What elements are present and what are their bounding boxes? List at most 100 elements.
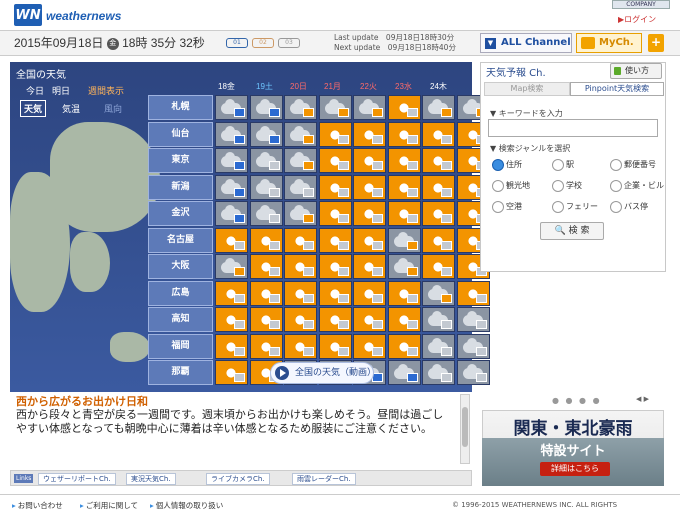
carousel-dots[interactable]: ● ● ● ● <box>552 396 602 405</box>
city-button[interactable]: 新潟 <box>148 174 213 200</box>
cloudy-cell[interactable] <box>284 95 317 120</box>
tab-map-search[interactable]: Map検索 <box>484 82 570 96</box>
sunny-cell[interactable] <box>353 227 386 253</box>
cloudy-cell[interactable] <box>249 201 283 226</box>
footer-terms-link[interactable]: ご利用に関して <box>80 500 138 511</box>
cloudy-cell[interactable] <box>215 174 248 200</box>
sunny-cell[interactable] <box>422 227 455 253</box>
sunny-cell[interactable] <box>318 333 352 359</box>
sunny-cell[interactable] <box>215 333 248 359</box>
cloudy-cell[interactable] <box>456 333 490 359</box>
cloudy-cell[interactable] <box>422 280 455 306</box>
sunny-cell[interactable] <box>353 174 386 200</box>
link-live-weather[interactable]: 実況天気Ch. <box>126 473 176 485</box>
sunny-cell[interactable] <box>387 307 421 332</box>
sunny-cell[interactable] <box>318 201 352 226</box>
sunny-cell[interactable] <box>353 121 386 147</box>
subtab-wind[interactable]: 風向 <box>104 102 122 115</box>
sunny-cell[interactable] <box>318 227 352 253</box>
city-button[interactable]: 福岡 <box>148 333 213 359</box>
cloudy-cell[interactable] <box>215 121 248 147</box>
sunny-cell[interactable] <box>387 121 421 147</box>
company-link[interactable]: COMPANY <box>612 0 670 9</box>
sunny-cell[interactable] <box>249 254 283 279</box>
subtab-weather[interactable]: 天気 <box>20 100 47 117</box>
sunny-cell[interactable] <box>249 280 283 306</box>
subtab-temperature[interactable]: 気温 <box>62 102 80 115</box>
cloudy-cell[interactable] <box>215 95 248 120</box>
cloudy-cell[interactable] <box>456 307 490 332</box>
cloudy-cell[interactable] <box>215 148 248 173</box>
sunny-cell[interactable] <box>387 148 421 173</box>
cloudy-cell[interactable] <box>284 201 317 226</box>
tab-today[interactable]: 今日 <box>26 84 44 97</box>
sunny-cell[interactable] <box>318 148 352 173</box>
option-company[interactable]: 企業・ビル <box>608 179 666 193</box>
cloudy-cell[interactable] <box>387 360 421 385</box>
cloudy-cell[interactable] <box>422 307 455 332</box>
sunny-cell[interactable] <box>387 201 421 226</box>
option-bus-stop[interactable]: バス停 <box>608 200 666 214</box>
city-button[interactable]: 高知 <box>148 307 213 332</box>
link-weather-report[interactable]: ウェザーリポートCh. <box>38 473 116 485</box>
cloudy-cell[interactable] <box>284 148 317 173</box>
video-button[interactable]: 全国の天気（動画） <box>270 362 376 384</box>
sunny-cell[interactable] <box>422 148 455 173</box>
sunny-cell[interactable] <box>318 280 352 306</box>
city-button[interactable]: 仙台 <box>148 121 213 147</box>
zone-button-1[interactable]: 01 <box>226 38 248 48</box>
city-button[interactable]: 金沢 <box>148 201 213 226</box>
cloudy-cell[interactable] <box>353 95 386 120</box>
option-station[interactable]: 駅 <box>550 158 608 172</box>
cloudy-cell[interactable] <box>249 121 283 147</box>
cloudy-cell[interactable] <box>284 174 317 200</box>
sunny-cell[interactable] <box>387 280 421 306</box>
sunny-cell[interactable] <box>284 307 317 332</box>
city-button[interactable]: 広島 <box>148 280 213 306</box>
option-airport[interactable]: 空港 <box>490 200 548 214</box>
city-button[interactable]: 東京 <box>148 148 213 173</box>
sunny-cell[interactable] <box>318 254 352 279</box>
sunny-cell[interactable] <box>215 280 248 306</box>
sunny-cell[interactable] <box>318 307 352 332</box>
city-button[interactable]: 札幌 <box>148 95 213 120</box>
sunny-cell[interactable] <box>353 280 386 306</box>
sunny-cell[interactable] <box>249 307 283 332</box>
sunny-cell[interactable] <box>284 227 317 253</box>
sunny-cell[interactable] <box>422 174 455 200</box>
sunny-cell[interactable] <box>353 201 386 226</box>
banner-details-button[interactable]: 詳細はこちら <box>540 462 610 476</box>
city-button[interactable]: 那覇 <box>148 360 213 385</box>
tab-tomorrow[interactable]: 明日 <box>52 84 70 97</box>
cloudy-cell[interactable] <box>422 360 455 385</box>
sunny-cell[interactable] <box>353 254 386 279</box>
sunny-cell[interactable] <box>422 201 455 226</box>
cloudy-cell[interactable] <box>422 333 455 359</box>
sunny-cell[interactable] <box>387 174 421 200</box>
sunny-cell[interactable] <box>249 227 283 253</box>
sunny-cell[interactable] <box>215 360 248 385</box>
sunny-cell[interactable] <box>456 280 490 306</box>
cloudy-cell[interactable] <box>284 121 317 147</box>
how-to-use-button[interactable]: 使い方 <box>610 63 662 79</box>
city-button[interactable]: 大阪 <box>148 254 213 279</box>
sunny-cell[interactable] <box>422 121 455 147</box>
city-button[interactable]: 名古屋 <box>148 227 213 253</box>
sunny-cell[interactable] <box>215 227 248 253</box>
tab-pinpoint-search[interactable]: Pinpoint天気検索 <box>570 82 664 96</box>
logo-text[interactable]: weathernews <box>46 9 121 23</box>
sunny-cell[interactable] <box>318 174 352 200</box>
search-button[interactable]: 🔍 検 索 <box>540 222 604 240</box>
sunny-cell[interactable] <box>353 148 386 173</box>
link-rain-radar[interactable]: 雨雲レーダーCh. <box>292 473 356 485</box>
footer-contact-link[interactable]: お問い合わせ <box>12 500 63 511</box>
sunny-cell[interactable] <box>284 280 317 306</box>
cloudy-cell[interactable] <box>387 254 421 279</box>
weathernews-logo[interactable]: WN <box>14 4 42 26</box>
sunny-cell[interactable] <box>249 333 283 359</box>
article-scrollbar[interactable] <box>460 394 470 464</box>
sunny-cell[interactable] <box>422 254 455 279</box>
option-address[interactable]: 住所 <box>490 158 548 172</box>
option-school[interactable]: 学校 <box>550 179 608 193</box>
cloudy-cell[interactable] <box>215 201 248 226</box>
